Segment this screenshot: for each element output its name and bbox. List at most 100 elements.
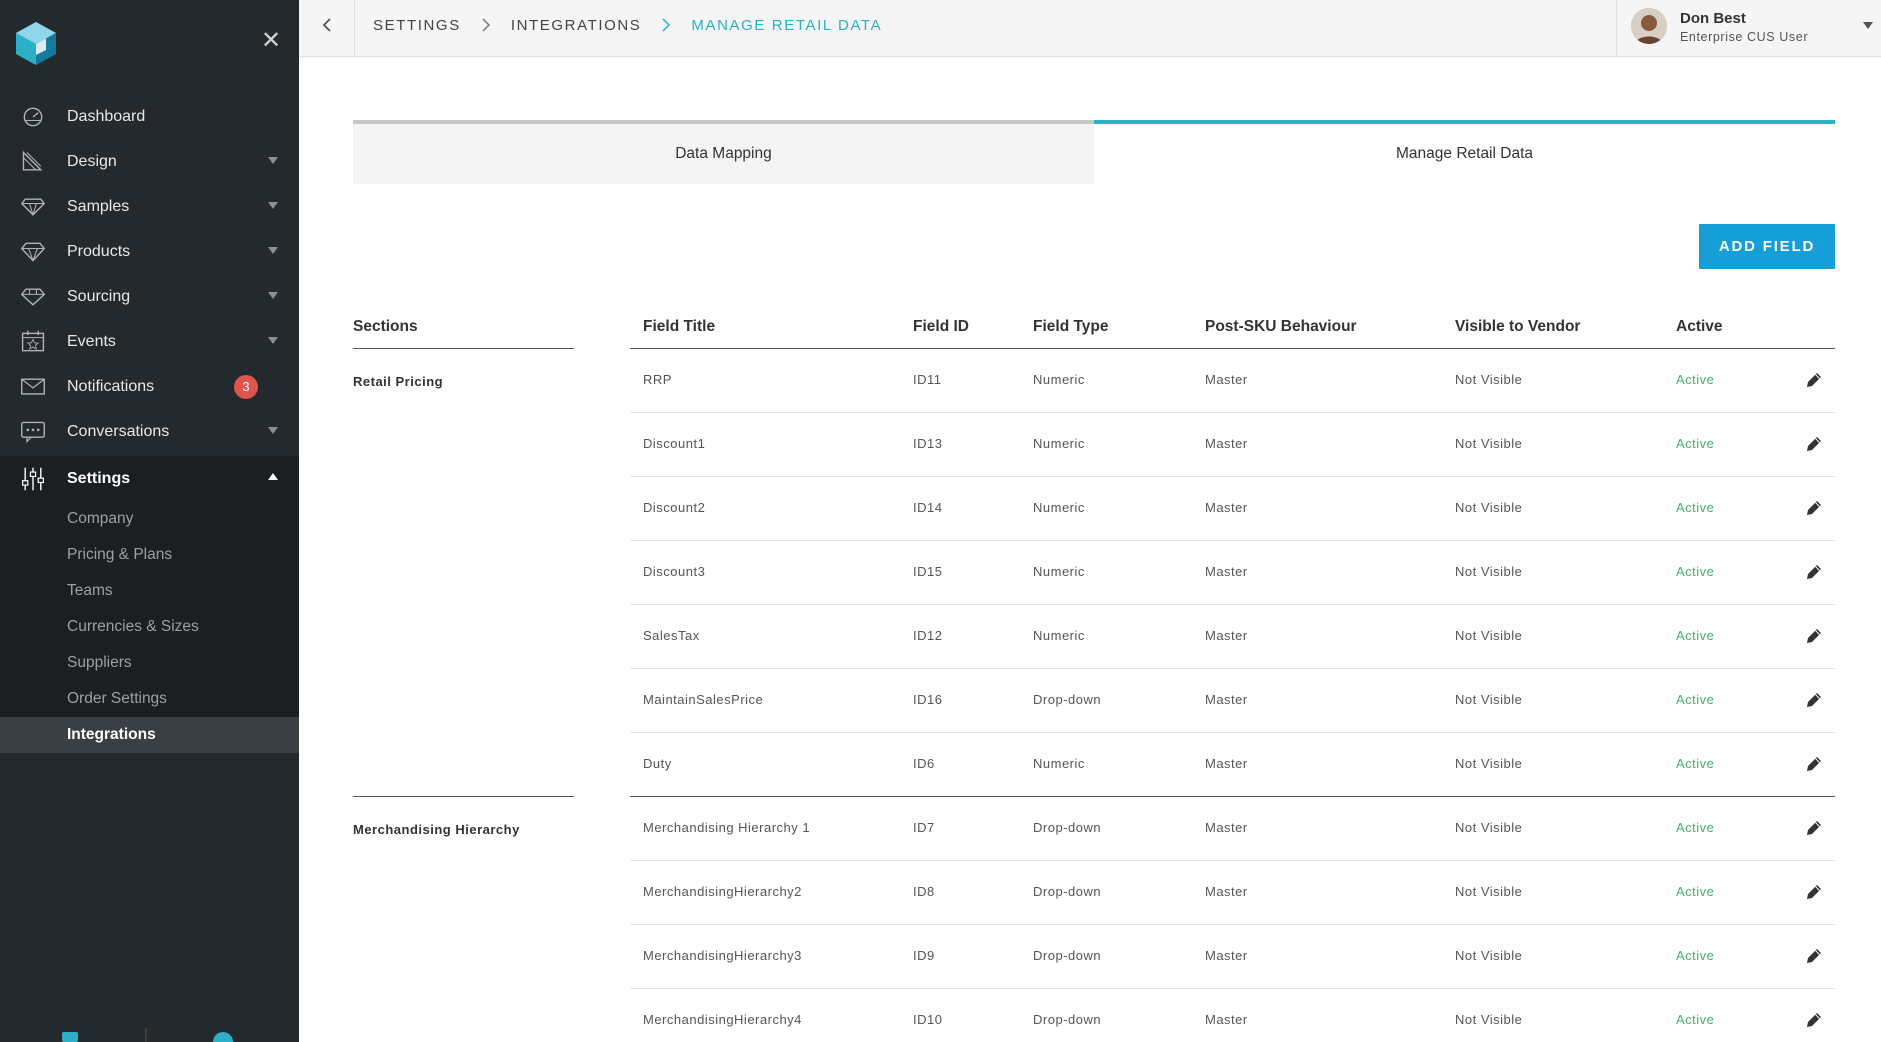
sidebar-subitem-company[interactable]: Company bbox=[0, 501, 299, 537]
back-button[interactable] bbox=[299, 0, 355, 57]
cell-field-type: Drop-down bbox=[1033, 692, 1102, 707]
sidebar-item-label: Conversations bbox=[67, 422, 170, 440]
edit-pencil-icon[interactable] bbox=[1806, 500, 1822, 516]
sidebar-subitem-integrations[interactable]: Integrations bbox=[0, 717, 299, 753]
add-field-button[interactable]: ADD FIELD bbox=[1699, 224, 1835, 269]
sidebar-item-conversations[interactable]: Conversations bbox=[0, 409, 299, 454]
caret-down-icon[interactable] bbox=[268, 292, 278, 299]
breadcrumb-manage-retail-data: MANAGE RETAIL DATA bbox=[691, 16, 883, 34]
cell-post-sku-behaviour: Master bbox=[1205, 1012, 1248, 1027]
tab-manage-retail-data[interactable]: Manage Retail Data bbox=[1094, 120, 1835, 184]
cell-visible-to-vendor: Not Visible bbox=[1455, 692, 1523, 707]
sidebar-footer bbox=[0, 1028, 299, 1042]
caret-down-icon bbox=[1863, 22, 1873, 29]
cell-field-title: RRP bbox=[643, 372, 672, 387]
samples-icon bbox=[20, 198, 46, 216]
header-visible-to-vendor: Visible to Vendor bbox=[1455, 318, 1581, 335]
sidebar-subitem-teams[interactable]: Teams bbox=[0, 573, 299, 609]
cell-field-id: ID8 bbox=[913, 884, 935, 899]
app-logo[interactable] bbox=[14, 20, 58, 66]
breadcrumb-integrations[interactable]: INTEGRATIONS bbox=[511, 17, 642, 34]
sidebar-item-label: Settings bbox=[67, 469, 131, 487]
row-divider bbox=[630, 796, 1835, 797]
cell-active: Active bbox=[1676, 884, 1715, 899]
row-divider bbox=[630, 924, 1835, 925]
cell-active: Active bbox=[1676, 756, 1715, 771]
chevron-right-icon bbox=[641, 15, 691, 35]
sliders-icon bbox=[21, 467, 45, 491]
row-divider bbox=[630, 604, 1835, 605]
edit-pencil-icon[interactable] bbox=[1806, 948, 1822, 964]
sidebar-item-events[interactable]: Events bbox=[0, 319, 299, 364]
cell-field-title: MerchandisingHierarchy4 bbox=[643, 1012, 802, 1027]
edit-pencil-icon[interactable] bbox=[1806, 884, 1822, 900]
edit-pencil-icon[interactable] bbox=[1806, 372, 1822, 388]
sidebar-subitem-order-settings[interactable]: Order Settings bbox=[0, 681, 299, 717]
sidebar-item-notifications[interactable]: Notifications 3 bbox=[0, 364, 299, 409]
cell-visible-to-vendor: Not Visible bbox=[1455, 820, 1523, 835]
row-divider bbox=[630, 732, 1835, 733]
sidebar-subitem-pricing-plans[interactable]: Pricing & Plans bbox=[0, 537, 299, 573]
cell-active: Active bbox=[1676, 436, 1715, 451]
sidebar-item-label: Products bbox=[67, 242, 131, 260]
cell-active: Active bbox=[1676, 564, 1715, 579]
sidebar-item-products[interactable]: Products bbox=[0, 229, 299, 274]
cell-visible-to-vendor: Not Visible bbox=[1455, 884, 1523, 899]
cell-active: Active bbox=[1676, 820, 1715, 835]
edit-pencil-icon[interactable] bbox=[1806, 564, 1822, 580]
sidebar-item-label: Notifications bbox=[67, 377, 155, 395]
sidebar-item-samples[interactable]: Samples bbox=[0, 184, 299, 229]
cell-post-sku-behaviour: Master bbox=[1205, 372, 1248, 387]
edit-pencil-icon[interactable] bbox=[1806, 692, 1822, 708]
cell-field-type: Numeric bbox=[1033, 372, 1085, 387]
sidebar-item-settings[interactable]: Settings bbox=[0, 456, 299, 501]
help-icon bbox=[213, 1032, 233, 1042]
cell-visible-to-vendor: Not Visible bbox=[1455, 500, 1523, 515]
cell-field-id: ID15 bbox=[913, 564, 943, 579]
close-sidebar-icon[interactable]: ✕ bbox=[260, 29, 282, 53]
caret-down-icon[interactable] bbox=[268, 427, 278, 434]
sidebar-item-sourcing[interactable]: Sourcing bbox=[0, 274, 299, 319]
header-post-sku-behaviour: Post-SKU Behaviour bbox=[1205, 318, 1357, 335]
top-bar: SETTINGS INTEGRATIONS MANAGE RETAIL DATA… bbox=[299, 0, 1881, 57]
cell-field-id: ID16 bbox=[913, 692, 943, 707]
user-menu[interactable]: Don Best Enterprise CUS User bbox=[1616, 0, 1881, 57]
row-divider bbox=[630, 988, 1835, 989]
edit-pencil-icon[interactable] bbox=[1806, 1012, 1822, 1028]
cell-active: Active bbox=[1676, 1012, 1715, 1027]
header-field-id: Field ID bbox=[913, 318, 969, 335]
section-label: Merchandising Hierarchy bbox=[353, 822, 520, 837]
caret-down-icon[interactable] bbox=[268, 157, 278, 164]
cell-field-id: ID11 bbox=[913, 372, 942, 387]
cell-active: Active bbox=[1676, 692, 1715, 707]
settings-submenu: Company Pricing & Plans Teams Currencies & … bbox=[0, 501, 299, 753]
caret-up-icon[interactable] bbox=[268, 473, 278, 480]
sidebar-item-design[interactable]: Design bbox=[0, 139, 299, 184]
cell-field-title: Discount2 bbox=[643, 500, 706, 515]
caret-down-icon[interactable] bbox=[268, 337, 278, 344]
caret-down-icon[interactable] bbox=[268, 247, 278, 254]
header-sections: Sections bbox=[353, 318, 418, 335]
cell-field-title: SalesTax bbox=[643, 628, 700, 643]
cell-field-type: Numeric bbox=[1033, 564, 1085, 579]
sidebar-item-dashboard[interactable]: Dashboard bbox=[0, 94, 299, 139]
sidebar-item-label: Events bbox=[67, 332, 116, 350]
tab-data-mapping[interactable]: Data Mapping bbox=[353, 120, 1094, 184]
cell-field-type: Drop-down bbox=[1033, 820, 1102, 835]
cell-active: Active bbox=[1676, 372, 1715, 387]
cell-field-type: Numeric bbox=[1033, 628, 1085, 643]
edit-pencil-icon[interactable] bbox=[1806, 628, 1822, 644]
breadcrumb-settings[interactable]: SETTINGS bbox=[373, 17, 461, 34]
cell-field-id: ID12 bbox=[913, 628, 943, 643]
sidebar-subitem-suppliers[interactable]: Suppliers bbox=[0, 645, 299, 681]
cell-post-sku-behaviour: Master bbox=[1205, 436, 1248, 451]
chat-icon bbox=[21, 421, 45, 443]
edit-pencil-icon[interactable] bbox=[1806, 820, 1822, 836]
header-field-title: Field Title bbox=[643, 318, 716, 335]
caret-down-icon[interactable] bbox=[268, 202, 278, 209]
header-divider bbox=[630, 348, 1835, 349]
cell-active: Active bbox=[1676, 500, 1715, 515]
edit-pencil-icon[interactable] bbox=[1806, 756, 1822, 772]
edit-pencil-icon[interactable] bbox=[1806, 436, 1822, 452]
sidebar-subitem-currencies-sizes[interactable]: Currencies & Sizes bbox=[0, 609, 299, 645]
